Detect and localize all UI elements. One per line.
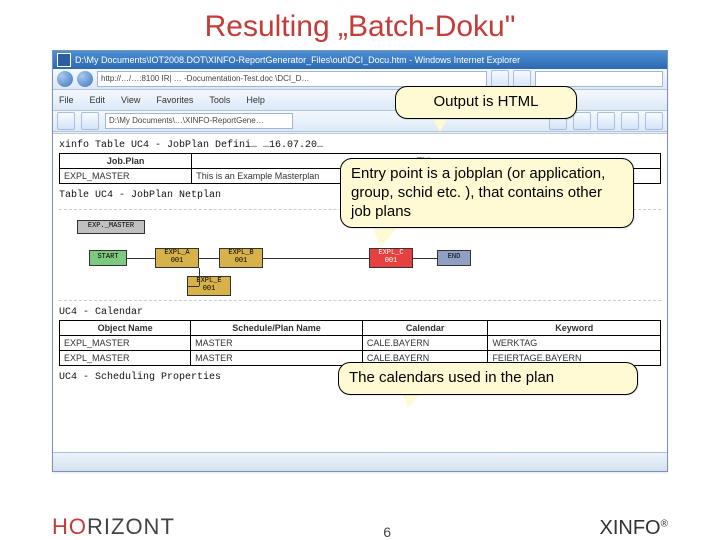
diagram-link bbox=[127, 258, 155, 259]
footer-logo-rest: RIZONT bbox=[87, 514, 175, 539]
th-schedule: Schedule/Plan Name bbox=[191, 321, 363, 336]
diagram-link bbox=[413, 258, 437, 259]
doc-heading-1: xinfo Table UC4 - JobPlan Defini… …16.07… bbox=[59, 140, 661, 151]
page-number: 6 bbox=[175, 524, 600, 540]
slide-footer: HORIZONT 6 XINFO® bbox=[0, 514, 720, 540]
footer-left-logo: HORIZONT bbox=[52, 514, 175, 540]
feeds-icon[interactable] bbox=[573, 112, 591, 130]
td: CALE.BAYERN bbox=[362, 336, 488, 351]
slide-title: Resulting „Batch-Doku" bbox=[0, 10, 720, 44]
th-object: Object Name bbox=[60, 321, 191, 336]
toolbar: D:\My Documents\…\XINFO-ReportGene… bbox=[53, 111, 667, 132]
print-icon[interactable] bbox=[597, 112, 615, 130]
diagram-node-master: EXP._MASTER bbox=[77, 220, 145, 234]
window-title-text: D:\My Documents\IOT2008.DOT\XINFO-Report… bbox=[75, 51, 520, 69]
menu-help[interactable]: Help bbox=[246, 95, 265, 105]
diagram-node-end: END bbox=[437, 250, 471, 266]
footer-right-logo: XINFO® bbox=[600, 517, 669, 540]
search-box[interactable] bbox=[535, 71, 663, 87]
address-bar[interactable]: http://…/…:8100 IR| … -Documentation-Tes… bbox=[97, 71, 487, 87]
td: MASTER bbox=[191, 351, 363, 366]
calendar-table: Object Name Schedule/Plan Name Calendar … bbox=[59, 320, 661, 366]
ie-icon bbox=[57, 53, 71, 67]
browser-window: D:\My Documents\IOT2008.DOT\XINFO-Report… bbox=[52, 50, 668, 472]
td: WERKTAG bbox=[488, 336, 661, 351]
td-jobplan: EXPL_MASTER bbox=[60, 169, 192, 184]
diagram-node-a: EXPL_A 001 bbox=[155, 248, 199, 268]
menu-file[interactable]: File bbox=[59, 95, 74, 105]
callout-output: Output is HTML bbox=[395, 86, 577, 119]
diagram-link bbox=[199, 258, 219, 259]
diagram-link bbox=[263, 258, 369, 259]
favorites-icon[interactable] bbox=[57, 112, 75, 130]
diagram-link bbox=[187, 286, 199, 287]
breadcrumb-field[interactable]: D:\My Documents\…\XINFO-ReportGene… bbox=[105, 113, 293, 129]
callout-calendars: The calendars used in the plan bbox=[338, 362, 638, 395]
add-icon[interactable] bbox=[81, 112, 99, 130]
diagram-node-b: EXPL_B 001 bbox=[219, 248, 263, 268]
th-keyword: Keyword bbox=[488, 321, 661, 336]
diagram-node-start: START bbox=[89, 250, 127, 266]
td: EXPL_MASTER bbox=[60, 336, 191, 351]
callout-entrypoint: Entry point is a jobplan (or application… bbox=[340, 158, 634, 228]
menu-favorites[interactable]: Favorites bbox=[156, 95, 193, 105]
th-calendar: Calendar bbox=[362, 321, 488, 336]
back-button[interactable] bbox=[57, 71, 73, 87]
footer-logo-ho: HO bbox=[52, 514, 87, 539]
forward-button[interactable] bbox=[77, 71, 93, 87]
page-icon[interactable] bbox=[621, 112, 639, 130]
td: MASTER bbox=[191, 336, 363, 351]
tools-icon[interactable] bbox=[645, 112, 663, 130]
browser-titlebar: D:\My Documents\IOT2008.DOT\XINFO-Report… bbox=[53, 51, 667, 69]
menu-tools[interactable]: Tools bbox=[209, 95, 230, 105]
xinfo-text: XINFO bbox=[600, 517, 661, 539]
registered-icon: ® bbox=[661, 518, 668, 529]
menu-view[interactable]: View bbox=[121, 95, 140, 105]
th-jobplan: Job.Plan bbox=[60, 154, 192, 169]
doc-heading-3: UC4 - Calendar bbox=[59, 307, 661, 318]
menu-edit[interactable]: Edit bbox=[90, 95, 106, 105]
td: EXPL_MASTER bbox=[60, 351, 191, 366]
nav-row: http://…/…:8100 IR| … -Documentation-Tes… bbox=[53, 69, 667, 90]
diagram-link bbox=[199, 268, 200, 286]
diagram-node-c: EXPL_C 001 bbox=[369, 248, 413, 268]
status-bar bbox=[53, 452, 667, 471]
